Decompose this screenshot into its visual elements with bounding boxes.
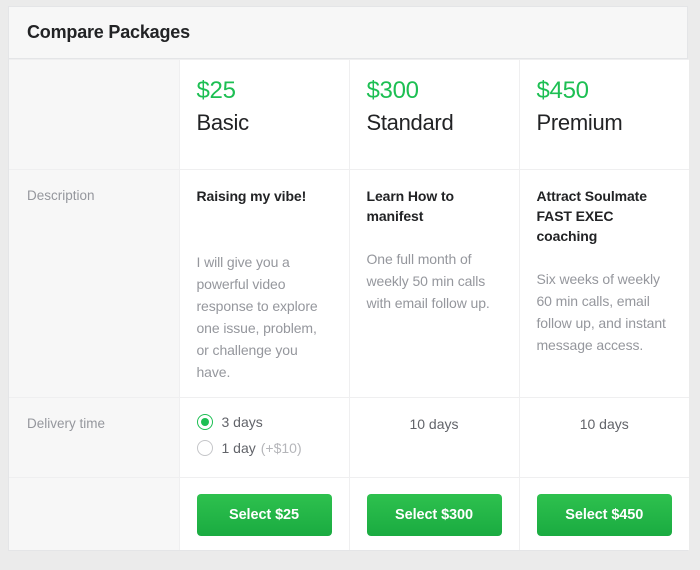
package-price: $450 xyxy=(536,77,590,104)
empty-action-label-cell xyxy=(9,477,180,550)
package-price: $300 xyxy=(366,77,420,104)
row-label-description: Description xyxy=(9,169,180,398)
table-row-actions: Select $25 Select $300 Select $450 xyxy=(9,477,689,550)
panel-header: Compare Packages xyxy=(9,7,687,59)
package-header-standard: $300 Standard xyxy=(348,59,520,170)
description-body: I will give you a powerful video respons… xyxy=(196,254,318,380)
delivery-option-label: 3 days xyxy=(221,414,263,430)
radio-unselected-icon[interactable] xyxy=(196,440,213,456)
delivery-option-surcharge: (+$10) xyxy=(260,440,302,456)
package-header-premium: $450 Premium xyxy=(518,59,689,170)
delivery-cell-standard: 10 days xyxy=(348,397,520,478)
description-body: Six weeks of weekly 60 min calls, email … xyxy=(536,271,666,353)
delivery-option-3-days[interactable]: 3 days xyxy=(196,414,332,430)
description-cell-standard: Learn How to manifest One full month of … xyxy=(348,169,520,398)
table-row-packages: $25 Basic $300 Standard $450 Premium xyxy=(9,59,689,170)
package-name: Premium xyxy=(536,110,623,135)
empty-corner-cell xyxy=(9,59,180,170)
delivery-option-1-day[interactable]: 1 day (+$10) xyxy=(196,440,332,456)
description-title: Raising my vibe! xyxy=(196,188,307,204)
delivery-cell-premium: 10 days xyxy=(518,397,689,478)
delivery-option-label: 1 day xyxy=(221,440,256,456)
page-title: Compare Packages xyxy=(27,22,190,42)
select-standard-button[interactable]: Select $300 xyxy=(366,494,502,536)
package-name: Basic xyxy=(196,110,250,135)
description-body: One full month of weekly 50 min calls wi… xyxy=(366,251,490,311)
action-cell-premium: Select $450 xyxy=(518,477,689,550)
action-cell-basic: Select $25 xyxy=(178,477,350,550)
compare-packages-table: $25 Basic $300 Standard $450 Premium Des… xyxy=(9,59,689,550)
compare-packages-panel: Compare Packages $25 Basic $300 Standard xyxy=(8,6,689,551)
package-header-basic: $25 Basic xyxy=(178,59,350,170)
row-label-delivery-time: Delivery time xyxy=(9,397,180,478)
description-title: Attract Soulmate FAST EXEC coaching xyxy=(536,188,648,244)
table-row-delivery-time: Delivery time 3 days 1 day (+$10) 10 day… xyxy=(9,397,689,478)
delivery-time-text: 10 days xyxy=(409,416,459,432)
action-cell-standard: Select $300 xyxy=(348,477,520,550)
package-price: $25 xyxy=(196,77,236,104)
delivery-cell-basic: 3 days 1 day (+$10) xyxy=(178,397,350,478)
description-cell-premium: Attract Soulmate FAST EXEC coaching Six … xyxy=(518,169,689,398)
radio-selected-icon[interactable] xyxy=(196,414,213,430)
select-premium-button[interactable]: Select $450 xyxy=(536,494,672,536)
package-name: Standard xyxy=(366,110,454,135)
description-cell-basic: Raising my vibe! I will give you a power… xyxy=(178,169,350,398)
description-title: Learn How to manifest xyxy=(366,188,455,224)
table-row-description: Description Raising my vibe! I will give… xyxy=(9,169,689,398)
select-basic-button[interactable]: Select $25 xyxy=(196,494,332,536)
delivery-time-text: 10 days xyxy=(579,416,629,432)
